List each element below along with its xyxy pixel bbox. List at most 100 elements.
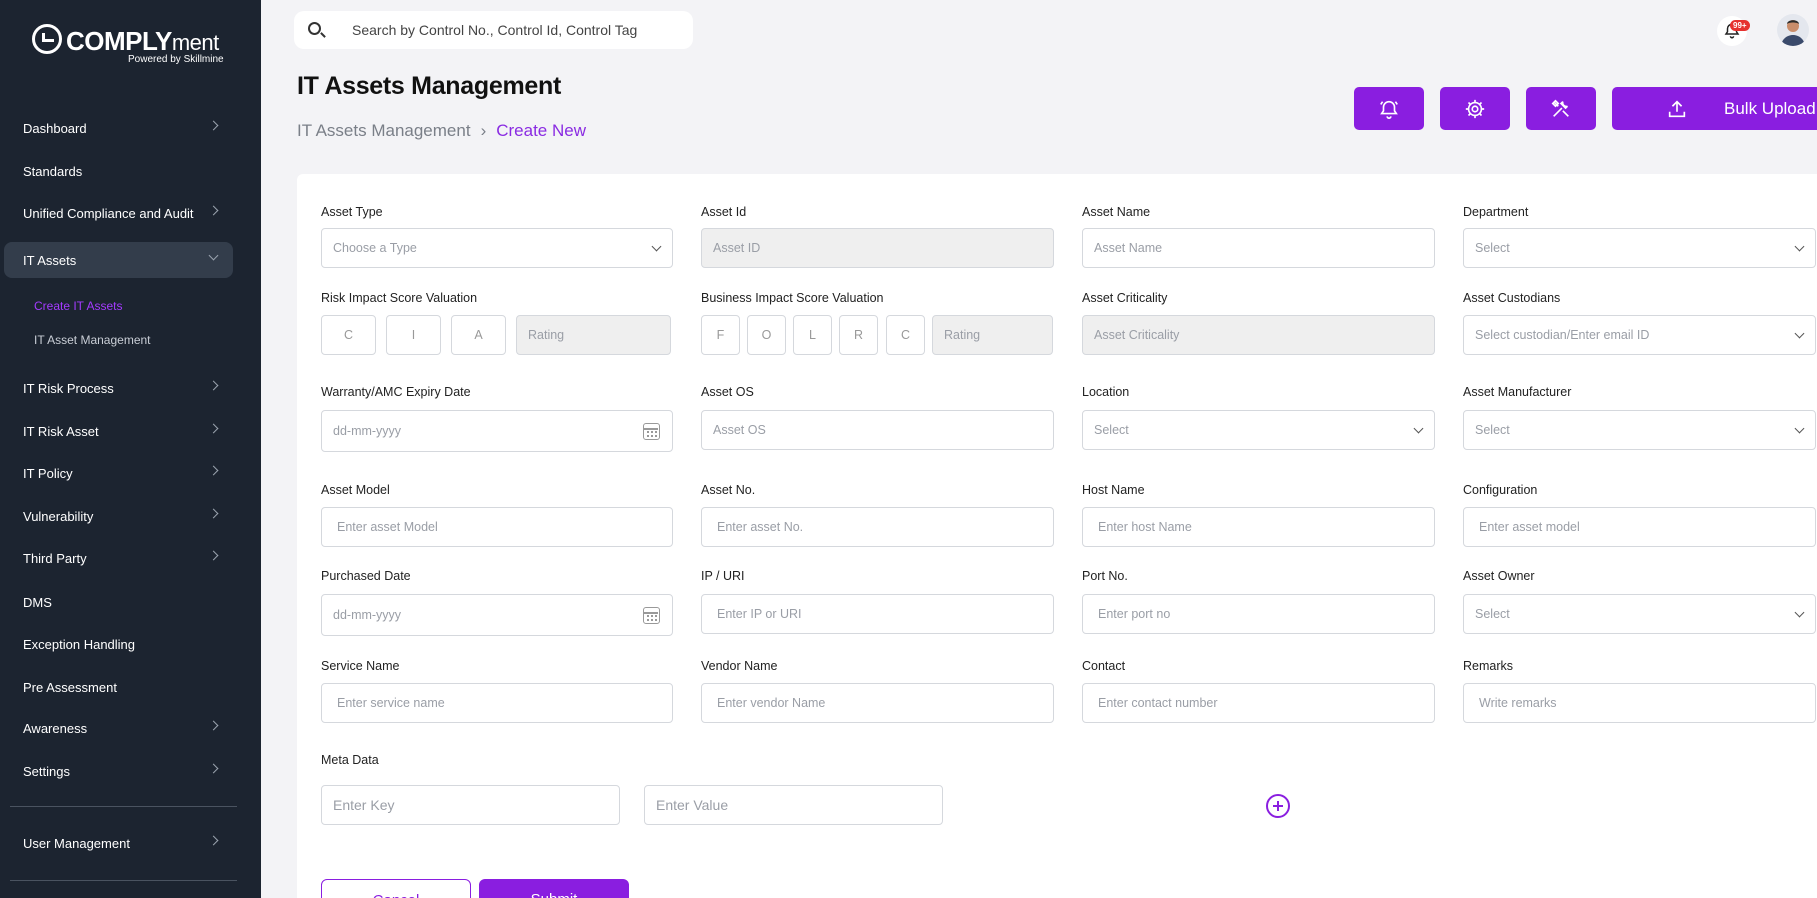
sidebar-item-label: IT Risk Asset xyxy=(23,423,99,439)
sidebar-item-label: Standards xyxy=(23,163,83,179)
risk-impact-i-field[interactable]: I xyxy=(386,315,441,355)
sidebar-item-dashboard[interactable]: Dashboard xyxy=(4,110,233,146)
alarm-button[interactable] xyxy=(1354,87,1424,130)
sidebar-item-user-management[interactable]: User Management xyxy=(4,825,233,861)
sidebar-item-exception-handling[interactable]: Exception Handling xyxy=(4,626,233,662)
asset-type-select[interactable]: Choose a Type xyxy=(321,228,673,268)
sidebar-item-label: Awareness xyxy=(23,720,88,736)
sidebar-item-it-policy[interactable]: IT Policy xyxy=(4,455,233,491)
chevron-right-icon xyxy=(208,120,219,131)
chevron-right-icon xyxy=(208,763,219,774)
warranty-date-field[interactable]: dd-mm-yyyy xyxy=(321,410,673,452)
sidebar-item-it-risk-process[interactable]: IT Risk Process xyxy=(4,370,233,406)
sidebar-item-third-party[interactable]: Third Party xyxy=(4,540,233,576)
business-impact-o-field[interactable]: O xyxy=(747,315,786,355)
breadcrumb: IT Assets Management › Create New xyxy=(297,121,586,141)
risk-impact-a-field[interactable]: A xyxy=(451,315,506,355)
asset-owner-select[interactable]: Select xyxy=(1463,594,1816,634)
purchased-date-value: dd-mm-yyyy xyxy=(333,608,402,622)
sidebar-item-pre-assessment[interactable]: Pre Assessment xyxy=(4,669,233,705)
sidebar-divider xyxy=(10,806,237,807)
chevron-right-icon xyxy=(208,835,219,846)
asset-owner-label: Asset Owner xyxy=(1463,569,1535,583)
business-impact-l-field[interactable]: L xyxy=(793,315,832,355)
warranty-label: Warranty/AMC Expiry Date xyxy=(321,385,471,399)
calendar-icon[interactable] xyxy=(643,607,660,624)
department-select[interactable]: Select xyxy=(1463,228,1816,268)
asset-owner-value: Select xyxy=(1475,607,1510,621)
chevron-right-icon xyxy=(208,508,219,519)
business-impact-c-field[interactable]: C xyxy=(886,315,925,355)
asset-name-field[interactable] xyxy=(1082,228,1435,268)
asset-custodians-select[interactable]: Select custodian/Enter email ID xyxy=(1463,315,1816,355)
purchased-date-label: Purchased Date xyxy=(321,569,411,583)
bulk-upload-button[interactable]: Bulk Upload xyxy=(1612,87,1817,130)
asset-custodians-label: Asset Custodians xyxy=(1463,291,1561,305)
contact-field[interactable] xyxy=(1082,683,1435,723)
sidebar-item-it-assets[interactable]: IT Assets xyxy=(4,242,233,278)
alarm-icon xyxy=(1380,100,1398,119)
sidebar-item-settings[interactable]: Settings xyxy=(4,753,233,789)
sidebar-item-unified-compliance[interactable]: Unified Compliance and Audit xyxy=(4,195,233,231)
sidebar-item-label: DMS xyxy=(23,594,52,610)
sidebar-item-it-risk-asset[interactable]: IT Risk Asset xyxy=(4,413,233,449)
port-no-field[interactable] xyxy=(1082,594,1435,634)
configuration-field[interactable] xyxy=(1463,507,1816,547)
service-name-field[interactable] xyxy=(321,683,673,723)
cancel-button[interactable]: Cancel xyxy=(321,879,471,898)
chevron-down-icon xyxy=(1794,241,1805,252)
remarks-label: Remarks xyxy=(1463,659,1514,673)
chevron-right-icon xyxy=(208,205,219,216)
create-asset-form: Asset Type Choose a Type Asset Id Asset … xyxy=(297,174,1817,898)
notification-badge: 99+ xyxy=(1730,20,1750,31)
user-avatar-icon xyxy=(1781,20,1805,46)
risk-impact-rating: Rating xyxy=(516,315,671,355)
sidebar-item-dms[interactable]: DMS xyxy=(4,584,233,620)
sidebar-item-label: Third Party xyxy=(23,550,87,566)
brand-powered-by: Powered by Skillmine xyxy=(128,54,224,65)
risk-impact-label: Risk Impact Score Valuation xyxy=(321,291,478,305)
ip-uri-field[interactable] xyxy=(701,594,1054,634)
avatar[interactable] xyxy=(1777,14,1809,46)
purchased-date-field[interactable]: dd-mm-yyyy xyxy=(321,594,673,636)
meta-value-field[interactable] xyxy=(644,785,943,825)
asset-criticality-label: Asset Criticality xyxy=(1082,291,1168,305)
chevron-down-icon xyxy=(1794,423,1805,434)
search-input[interactable] xyxy=(352,11,682,49)
brand-logo[interactable]: COMPLYment Powered by Skillmine xyxy=(32,24,232,70)
asset-no-field[interactable] xyxy=(701,507,1054,547)
meta-data-label: Meta Data xyxy=(321,753,379,767)
meta-key-field[interactable] xyxy=(321,785,620,825)
business-impact-r-field[interactable]: R xyxy=(839,315,878,355)
add-meta-data-icon[interactable] xyxy=(1266,794,1290,818)
breadcrumb-item[interactable]: IT Assets Management xyxy=(297,121,471,140)
business-impact-f-field[interactable]: F xyxy=(701,315,740,355)
manufacturer-select[interactable]: Select xyxy=(1463,410,1816,450)
remarks-field[interactable] xyxy=(1463,683,1816,723)
settings-button[interactable] xyxy=(1440,87,1510,130)
asset-model-field[interactable] xyxy=(321,507,673,547)
sidebar-item-label: Dashboard xyxy=(23,120,87,136)
location-select[interactable]: Select xyxy=(1082,410,1435,450)
warranty-date-value: dd-mm-yyyy xyxy=(333,424,402,438)
sidebar-item-awareness[interactable]: Awareness xyxy=(4,710,233,746)
sidebar-item-standards[interactable]: Standards xyxy=(4,153,233,189)
asset-model-label: Asset Model xyxy=(321,483,390,497)
sidebar-subitem-create-it-assets[interactable]: Create IT Assets xyxy=(34,299,122,313)
search-icon[interactable] xyxy=(308,22,321,35)
calendar-icon[interactable] xyxy=(643,423,660,440)
vendor-name-field[interactable] xyxy=(701,683,1054,723)
chevron-right-icon xyxy=(208,550,219,561)
business-impact-rating: Rating xyxy=(932,315,1053,355)
sidebar-item-vulnerability[interactable]: Vulnerability xyxy=(4,498,233,534)
chevron-down-icon xyxy=(208,250,219,261)
asset-os-field[interactable] xyxy=(701,410,1054,450)
host-name-field[interactable] xyxy=(1082,507,1435,547)
risk-impact-c-field[interactable]: C xyxy=(321,315,376,355)
submit-button[interactable]: Submit xyxy=(479,879,629,898)
sidebar-subitem-it-asset-management[interactable]: IT Asset Management xyxy=(34,333,151,347)
breadcrumb-separator: › xyxy=(480,121,487,140)
asset-id-field xyxy=(701,228,1054,268)
tools-button[interactable] xyxy=(1526,87,1596,130)
chevron-right-icon xyxy=(208,465,219,476)
